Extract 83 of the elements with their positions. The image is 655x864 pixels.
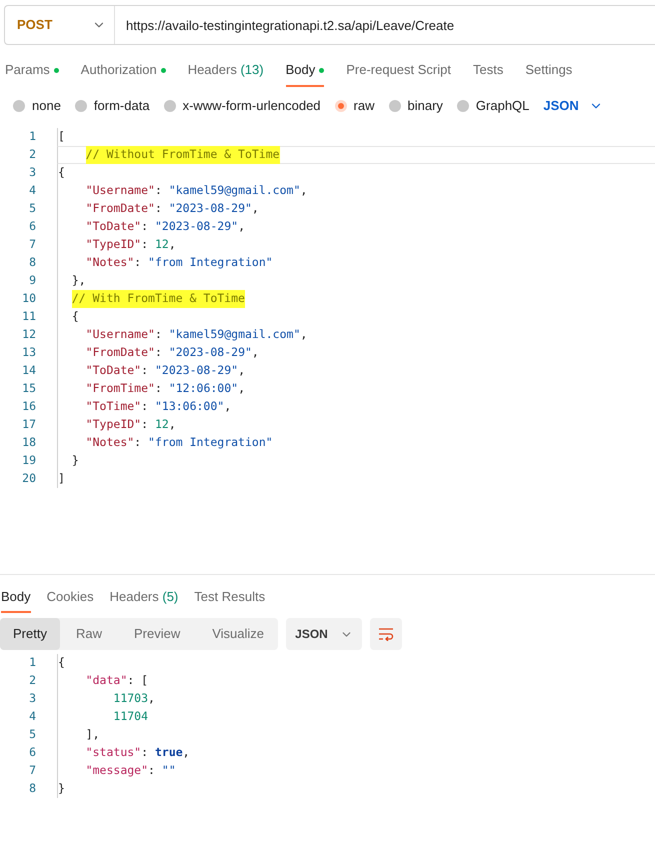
request-tab[interactable]: Pre-request Script [346, 47, 451, 93]
response-tab[interactable]: Headers (5) [110, 575, 178, 618]
code-line: "FromDate": "2023-08-29", [84, 200, 259, 218]
line-number: 3 [28, 690, 36, 708]
method-select[interactable]: POST [4, 5, 114, 45]
wrap-lines-icon [378, 627, 394, 641]
line-number: 1 [28, 128, 36, 146]
view-mode-tab[interactable]: Pretty [0, 618, 60, 650]
request-tab[interactable]: Body [286, 47, 324, 93]
body-type-radio[interactable]: GraphQL [456, 96, 530, 116]
line-number: 7 [28, 236, 36, 254]
line-number: 4 [28, 708, 36, 726]
line-number: 9 [28, 272, 36, 290]
line-number: 20 [21, 470, 36, 488]
line-number: 16 [21, 398, 36, 416]
request-tab[interactable]: Settings [525, 47, 572, 93]
line-number: 8 [28, 254, 36, 272]
code-line: "Username": "kamel59@gmail.com", [84, 326, 308, 344]
body-type-radio[interactable]: none [13, 96, 61, 116]
code-line: "Username": "kamel59@gmail.com", [84, 182, 308, 200]
body-type-radio[interactable]: raw [334, 96, 374, 116]
code-line: "ToDate": "2023-08-29", [84, 362, 245, 380]
url-field[interactable]: https://availo-testingintegrationapi.t2.sa/api/Leave/Create [114, 5, 655, 45]
code-line: { [58, 164, 65, 182]
code-line: ], [84, 726, 100, 744]
view-mode-tab[interactable]: Raw [60, 618, 118, 650]
code-line: { [58, 654, 65, 672]
code-line: "data": [ [84, 672, 148, 690]
response-tab[interactable]: Cookies [46, 575, 94, 618]
line-number: 4 [28, 182, 36, 200]
line-number: 14 [21, 362, 36, 380]
code-line: "Notes": "from Integration" [84, 254, 273, 272]
response-format-select[interactable]: JSON [286, 618, 362, 650]
line-number: 7 [28, 762, 36, 780]
code-line: "message": "" [84, 762, 176, 780]
wrap-lines-button[interactable] [370, 618, 402, 650]
line-number: 19 [21, 452, 36, 470]
code-line: } [70, 452, 79, 470]
line-number: 11 [21, 308, 36, 326]
code-line: "ToDate": "2023-08-29", [84, 218, 245, 236]
format-select[interactable]: JSON [543, 96, 603, 116]
code-line: "FromTime": "12:06:00", [84, 380, 246, 398]
code-line: "Notes": "from Integration" [84, 434, 273, 452]
line-number: 8 [28, 780, 36, 798]
code-line: [ [58, 128, 65, 146]
view-mode-tab[interactable]: Visualize [196, 618, 280, 650]
code-line: "FromDate": "2023-08-29", [84, 344, 259, 362]
request-tab[interactable]: Headers (13) [188, 47, 264, 93]
code-line: { [70, 308, 79, 326]
line-number: 12 [21, 326, 36, 344]
request-tab[interactable]: Authorization [80, 47, 166, 93]
line-number: 2 [28, 672, 36, 690]
view-mode-tab[interactable]: Preview [118, 618, 196, 650]
line-number: 18 [21, 434, 36, 452]
response-tab[interactable]: Body [1, 575, 31, 618]
line-number: 5 [28, 726, 36, 744]
request-tab[interactable]: Params [5, 47, 59, 93]
line-number: 15 [21, 380, 36, 398]
line-number: 1 [28, 654, 36, 672]
code-line: }, [70, 272, 86, 290]
line-number: 13 [21, 344, 36, 362]
code-line: "ToTime": "13:06:00", [84, 398, 232, 416]
response-tab[interactable]: Test Results [194, 575, 266, 618]
line-number: 2 [28, 146, 36, 164]
request-tab[interactable]: Tests [472, 47, 504, 93]
line-number: 10 [21, 290, 36, 308]
body-type-radio[interactable]: binary [388, 96, 443, 116]
line-number: 6 [28, 218, 36, 236]
code-line: ] [58, 470, 65, 488]
highlighted-comment: // Without FromTime & ToTime [86, 146, 280, 164]
code-line: } [58, 780, 65, 798]
body-type-radio[interactable]: x-www-form-urlencoded [164, 96, 321, 116]
highlighted-comment: // With FromTime & ToTime [72, 290, 245, 308]
line-number: 17 [21, 416, 36, 434]
code-line: "status": true, [84, 744, 190, 762]
code-line: "TypeID": 12, [84, 416, 176, 434]
line-number: 5 [28, 200, 36, 218]
body-type-radio[interactable]: form-data [74, 96, 150, 116]
line-number: 3 [28, 164, 36, 182]
code-line: 11703, [112, 690, 155, 708]
code-line: 11704 [112, 708, 148, 726]
code-line: "TypeID": 12, [84, 236, 176, 254]
line-number: 6 [28, 744, 36, 762]
